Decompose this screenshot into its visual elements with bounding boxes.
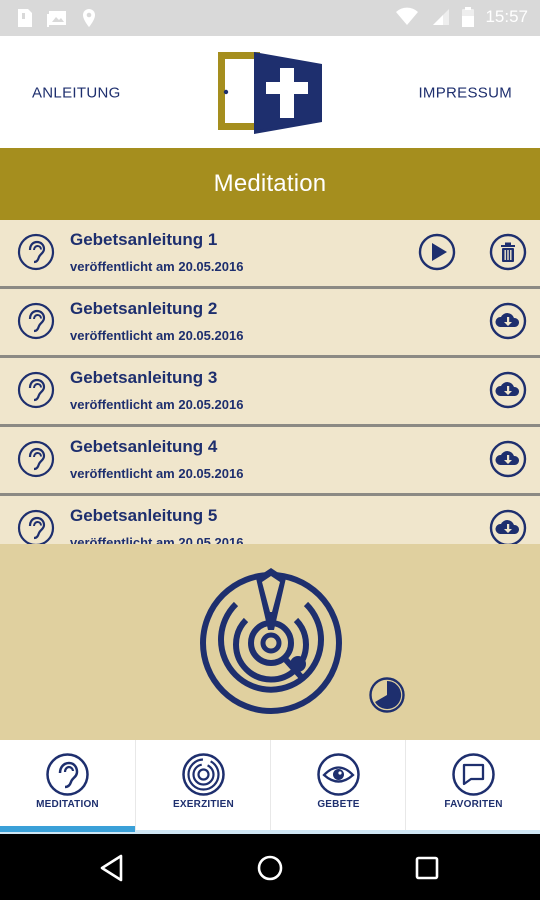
eye-icon xyxy=(317,753,360,796)
flag-icon xyxy=(452,753,495,796)
item-title: Gebetsanleitung 4 xyxy=(70,437,218,456)
active-tab-indicator xyxy=(0,826,135,832)
cloud-download-icon[interactable] xyxy=(489,440,527,478)
battery-icon xyxy=(462,7,475,27)
list-item[interactable]: Gebetsanleitung 2 veröffentlicht am 20.0… xyxy=(0,289,540,355)
page-title: Meditation xyxy=(213,170,327,197)
tab-gebete[interactable]: GEBETE xyxy=(270,740,405,834)
item-title: Gebetsanleitung 2 xyxy=(70,299,218,318)
sd-card-icon xyxy=(18,9,32,27)
item-date: veröffentlicht am 20.05.2016 xyxy=(70,466,244,481)
cloud-download-icon[interactable] xyxy=(489,371,527,409)
item-title: Gebetsanleitung 3 xyxy=(70,368,218,387)
wifi-icon xyxy=(396,7,419,25)
system-navigation-bar xyxy=(0,834,540,900)
tab-exerzitien[interactable]: EXERZITIEN xyxy=(135,740,270,834)
tab-favoriten[interactable]: FAVORITEN xyxy=(405,740,540,834)
meditation-list[interactable]: Gebetsanleitung 1 veröffentlicht am 20.0… xyxy=(0,220,540,544)
church-door-cross-logo xyxy=(218,52,322,134)
list-item[interactable]: Gebetsanleitung 4 veröffentlicht am 20.0… xyxy=(0,427,540,493)
status-bar-notifications xyxy=(16,7,98,29)
status-bar-system: 15:57 xyxy=(395,6,528,28)
home-icon[interactable] xyxy=(254,852,286,884)
trash-icon[interactable] xyxy=(489,233,527,271)
item-title: Gebetsanleitung 1 xyxy=(70,230,218,249)
ear-icon xyxy=(17,440,55,478)
status-bar: 15:57 xyxy=(0,0,540,36)
app-screen: 15:57 ANLEITUNG IMPRESSUM Meditation Geb… xyxy=(0,0,540,900)
signal-icon xyxy=(433,9,450,25)
item-date: veröffentlicht am 20.05.2016 xyxy=(70,535,244,544)
photo-icon xyxy=(47,11,66,27)
meditation-labyrinth-icon xyxy=(200,568,342,714)
item-title: Gebetsanleitung 5 xyxy=(70,506,218,525)
recents-icon[interactable] xyxy=(411,852,443,884)
tab-label: MEDITATION xyxy=(36,799,99,810)
cloud-download-icon[interactable] xyxy=(489,509,527,544)
bottom-tab-bar: MEDITATION EXERZITIEN GEBETE FAVORITEN xyxy=(0,740,540,834)
ear-icon xyxy=(17,233,55,271)
ear-icon xyxy=(17,371,55,409)
ear-icon xyxy=(17,302,55,340)
item-date: veröffentlicht am 20.05.2016 xyxy=(70,397,244,412)
section-title-band: Meditation xyxy=(0,148,540,220)
tab-label: EXERZITIEN xyxy=(173,799,234,810)
item-date: veröffentlicht am 20.05.2016 xyxy=(70,328,244,343)
status-time: 15:57 xyxy=(485,7,528,26)
player-panel xyxy=(0,544,540,740)
ear-icon xyxy=(17,509,55,544)
timer-icon[interactable] xyxy=(368,676,406,714)
list-item[interactable]: Gebetsanleitung 3 veröffentlicht am 20.0… xyxy=(0,358,540,424)
ear-icon xyxy=(46,753,89,796)
app-header: ANLEITUNG IMPRESSUM xyxy=(0,36,540,148)
cloud-download-icon[interactable] xyxy=(489,302,527,340)
list-item[interactable]: Gebetsanleitung 1 veröffentlicht am 20.0… xyxy=(0,220,540,286)
item-date: veröffentlicht am 20.05.2016 xyxy=(70,259,244,274)
anleitung-link[interactable]: ANLEITUNG xyxy=(32,85,121,102)
location-icon xyxy=(83,9,95,27)
list-item[interactable]: Gebetsanleitung 5 veröffentlicht am 20.0… xyxy=(0,496,540,544)
labyrinth-icon xyxy=(182,753,225,796)
impressum-link[interactable]: IMPRESSUM xyxy=(418,85,512,102)
back-icon[interactable] xyxy=(97,852,129,884)
tab-label: FAVORITEN xyxy=(444,799,503,810)
tab-meditation[interactable]: MEDITATION xyxy=(0,740,135,834)
tab-label: GEBETE xyxy=(317,799,360,810)
play-icon[interactable] xyxy=(418,233,456,271)
